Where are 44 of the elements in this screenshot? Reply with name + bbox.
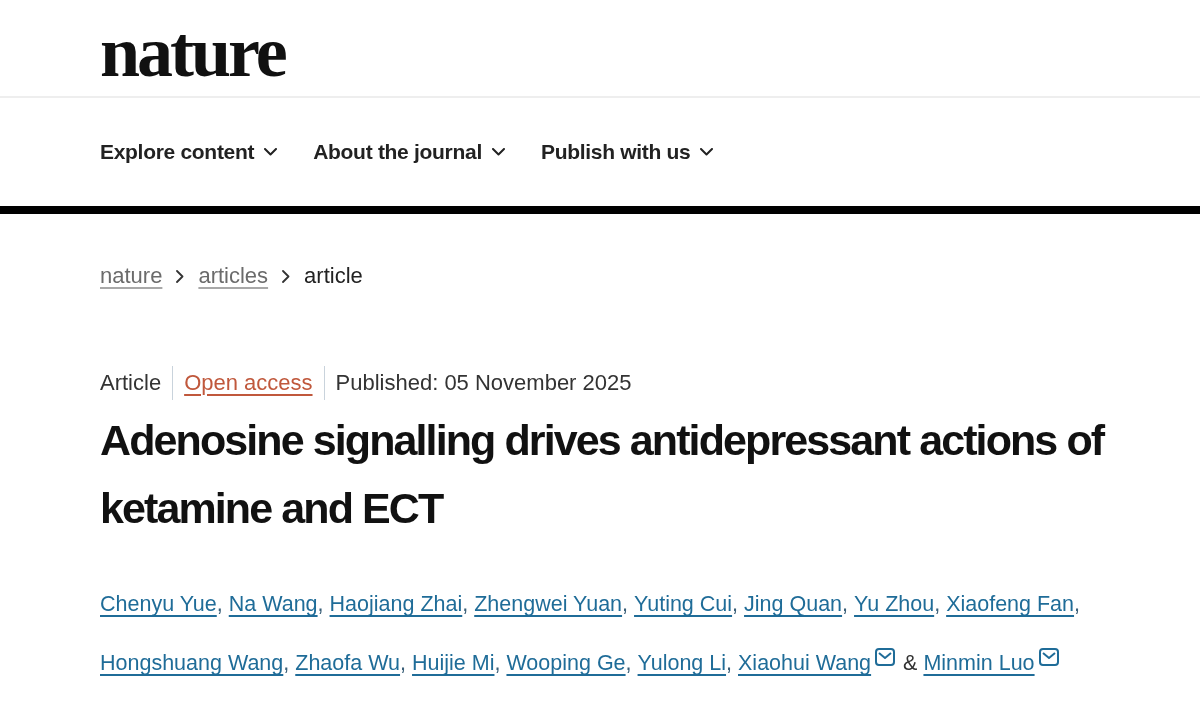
author-link[interactable]: Chenyu Yue bbox=[100, 592, 217, 616]
author-separator: , bbox=[726, 651, 732, 675]
author-link[interactable]: Huijie Mi bbox=[412, 651, 495, 675]
author-link[interactable]: Na Wang bbox=[228, 592, 318, 616]
author-link[interactable]: Haojiang Zhai bbox=[329, 592, 463, 616]
author-link[interactable]: Minmin Luo bbox=[923, 651, 1035, 675]
article-type-label: Article bbox=[100, 369, 162, 397]
author-separator: , bbox=[842, 592, 849, 616]
author-link[interactable]: Yuting Cui bbox=[634, 592, 733, 616]
breadcrumb-current[interactable]: article bbox=[304, 262, 363, 290]
published-date: Published: 05 November 2025 bbox=[335, 369, 632, 397]
author-separator: , bbox=[625, 651, 632, 675]
author-link[interactable]: Zhaofa Wu bbox=[295, 651, 401, 675]
author-link[interactable]: Jing Quan bbox=[744, 592, 843, 616]
author-link[interactable]: Yu Zhou bbox=[854, 592, 935, 616]
chevron-right-icon bbox=[176, 269, 185, 283]
article-title: Adenosine signalling drives antidepressant actions of ketamine and ECT bbox=[100, 415, 1106, 534]
nav-menu-button[interactable]: About the journal bbox=[313, 140, 505, 164]
author-separator: , bbox=[283, 651, 290, 675]
author-separator: , bbox=[400, 651, 407, 675]
open-access-link[interactable]: Open access bbox=[184, 369, 313, 397]
nav-menu-button[interactable]: Publish with us bbox=[540, 140, 714, 164]
site-logo[interactable]: nature bbox=[100, 12, 285, 92]
author-separator: , bbox=[732, 592, 739, 616]
chevron-right-icon bbox=[282, 269, 291, 283]
nav-menu-button[interactable]: Explore content bbox=[100, 140, 278, 164]
author-link[interactable]: Hongshuang Wang bbox=[100, 651, 284, 675]
author-link[interactable]: Wooping Ge bbox=[506, 651, 626, 675]
breadcrumb-link[interactable]: articles bbox=[198, 262, 269, 290]
author-separator: , bbox=[1074, 592, 1080, 616]
author-link[interactable]: Zhengwei Yuan bbox=[474, 592, 623, 616]
author-separator: , bbox=[462, 592, 469, 616]
author-separator: , bbox=[622, 592, 629, 616]
author-separator: , bbox=[494, 651, 501, 675]
breadcrumb-link[interactable]: nature bbox=[100, 262, 163, 290]
author-link[interactable]: Xiaohui Wang bbox=[738, 651, 872, 675]
mail-icon[interactable] bbox=[875, 648, 896, 666]
author-separator: , bbox=[934, 592, 941, 616]
author-link[interactable]: Xiaofeng Fan bbox=[946, 592, 1075, 616]
author-separator: & bbox=[903, 651, 918, 675]
author-link[interactable]: Yulong Li bbox=[637, 651, 727, 675]
author-separator: , bbox=[317, 592, 324, 616]
author-separator: , bbox=[216, 592, 223, 616]
mail-icon[interactable] bbox=[1038, 648, 1059, 666]
